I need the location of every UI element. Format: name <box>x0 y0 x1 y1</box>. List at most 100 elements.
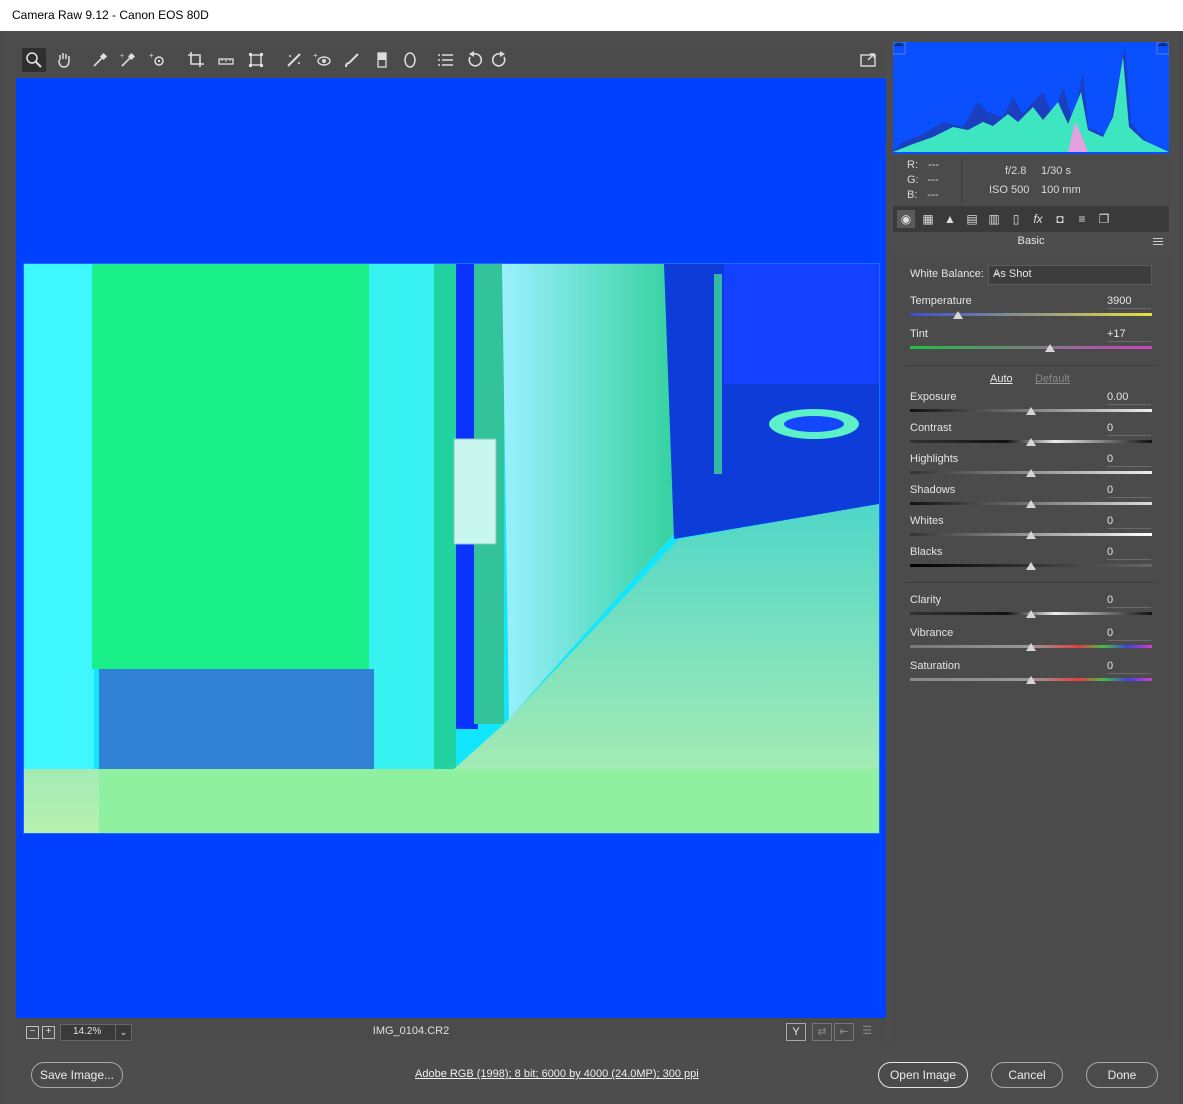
tint-label: Tint <box>910 328 928 340</box>
split-toning-icon[interactable]: ▥ <box>985 210 1003 228</box>
presets-panel-icon[interactable]: ≡ <box>1073 210 1091 228</box>
toolbar: + + + <box>16 44 886 76</box>
vibrance-slider-thumb[interactable] <box>1026 643 1036 651</box>
blacks-value[interactable]: 0 <box>1107 546 1151 560</box>
iso: ISO 500 <box>989 184 1030 196</box>
window-titlebar: Camera Raw 9.12 - Canon EOS 80D <box>0 0 1183 31</box>
temperature-slider-thumb[interactable] <box>953 311 964 319</box>
saturation-label: Saturation <box>910 660 961 672</box>
exposure-label: Exposure <box>910 391 957 403</box>
tint-slider[interactable] <box>910 346 1152 349</box>
camera-calibration-icon[interactable]: ◘ <box>1051 210 1069 228</box>
shadows-slider-thumb[interactable] <box>1026 500 1036 508</box>
color-sampler-icon[interactable]: + <box>116 48 140 72</box>
tint-value[interactable]: +17 <box>1107 328 1151 342</box>
clarity-slider-thumb[interactable] <box>1026 610 1036 618</box>
default-link[interactable]: Default <box>1035 373 1070 385</box>
blacks-slider-thumb[interactable] <box>1026 562 1036 570</box>
straighten-icon[interactable] <box>214 48 238 72</box>
clarity-label: Clarity <box>910 594 942 606</box>
basic-panel-icon[interactable]: ◉ <box>897 210 915 228</box>
presets-icon[interactable] <box>434 48 458 72</box>
highlights-value[interactable]: 0 <box>1107 453 1151 467</box>
b-label: B: <box>907 189 918 201</box>
crop-icon[interactable] <box>184 48 208 72</box>
r-value: --- <box>928 159 939 171</box>
rotate-left-icon[interactable] <box>462 48 486 72</box>
whites-slider-thumb[interactable] <box>1026 531 1036 539</box>
divider <box>905 365 1157 366</box>
lens-corrections-icon[interactable]: ▯ <box>1007 210 1025 228</box>
saturation-slider-thumb[interactable] <box>1026 676 1036 684</box>
transform-icon[interactable] <box>244 48 268 72</box>
zoom-icon[interactable] <box>22 48 46 72</box>
divider <box>905 582 1157 583</box>
saturation-value[interactable]: 0 <box>1107 660 1151 674</box>
toggle-settings-icon[interactable]: ☰ <box>858 1023 876 1039</box>
white-balance-icon[interactable] <box>88 48 112 72</box>
done-button[interactable]: Done <box>1086 1062 1158 1088</box>
shutter-speed: 1/30 s <box>1041 165 1071 177</box>
g-value: --- <box>927 174 939 186</box>
b-value: --- <box>927 189 939 201</box>
g-label: G: <box>907 174 919 186</box>
aperture: f/2.8 <box>1005 165 1027 177</box>
targeted-adjustment-icon[interactable]: + <box>146 48 170 72</box>
detail-icon[interactable]: ▲ <box>941 210 959 228</box>
before-after-view-button[interactable]: Y <box>786 1023 806 1041</box>
copy-settings-icon[interactable]: ⇤ <box>834 1023 854 1041</box>
hsl-icon[interactable]: ▤ <box>963 210 981 228</box>
histogram <box>893 42 1169 154</box>
vibrance-value[interactable]: 0 <box>1107 627 1151 641</box>
cancel-button[interactable]: Cancel <box>991 1062 1063 1088</box>
temperature-value[interactable]: 3900 <box>1107 295 1151 309</box>
contrast-value[interactable]: 0 <box>1107 422 1151 436</box>
image-info: R: --- G: --- B: --- f/2.8 1/30 s ISO 500 1… <box>893 155 1169 205</box>
panel-title-text: Basic <box>1017 235 1045 247</box>
panel-menu-icon[interactable] <box>1153 236 1163 247</box>
file-name: IMG_0104.CR2 <box>372 1025 450 1037</box>
effects-icon[interactable]: fx <box>1029 210 1047 228</box>
exposure-value[interactable]: 0.00 <box>1107 391 1151 405</box>
highlights-slider-thumb[interactable] <box>1026 469 1036 477</box>
snapshots-icon[interactable]: ❐ <box>1095 210 1113 228</box>
shadows-value[interactable]: 0 <box>1107 484 1151 498</box>
auto-link[interactable]: Auto <box>990 373 1013 385</box>
open-image-button[interactable]: Open Image <box>878 1062 968 1088</box>
whites-label: Whites <box>910 515 944 527</box>
svg-text:+: + <box>149 51 154 60</box>
svg-text:+: + <box>120 53 124 60</box>
radial-filter-icon[interactable] <box>398 48 422 72</box>
focal-length: 100 mm <box>1041 184 1081 196</box>
red-eye-icon[interactable]: + <box>310 48 334 72</box>
chevron-down-icon: ⌄ <box>993 267 1002 278</box>
svg-text:+: + <box>313 51 318 60</box>
contrast-slider-thumb[interactable] <box>1026 438 1036 446</box>
white-balance-select[interactable]: As Shot ⌄ <box>988 265 1152 285</box>
tone-curve-icon[interactable]: ▦ <box>919 210 937 228</box>
exposure-slider-thumb[interactable] <box>1026 407 1036 415</box>
workflow-options-link[interactable]: Adobe RGB (1998); 8 bit; 6000 by 4000 (2… <box>415 1068 699 1080</box>
image-preview[interactable] <box>23 263 880 834</box>
save-image-button[interactable]: Save Image... <box>31 1062 123 1088</box>
canvas-status-bar: − + 14.2% ⌄ IMG_0104.CR2 Y ⇄ ⇤ ☰ <box>16 1018 886 1044</box>
panel-tabs: ◉ ▦ ▲ ▤ ▥ ▯ fx ◘ ≡ ❐ <box>893 206 1169 232</box>
contrast-label: Contrast <box>910 422 952 434</box>
tint-slider-thumb[interactable] <box>1045 344 1056 352</box>
whites-value[interactable]: 0 <box>1107 515 1151 529</box>
white-balance-label: White Balance: <box>910 268 984 280</box>
hand-icon[interactable] <box>52 48 76 72</box>
r-label: R: <box>907 159 918 171</box>
window-title: Camera Raw 9.12 - Canon EOS 80D <box>12 8 209 22</box>
fullscreen-icon[interactable] <box>856 48 880 72</box>
clarity-value[interactable]: 0 <box>1107 594 1151 608</box>
swap-before-after-icon[interactable]: ⇄ <box>812 1023 832 1041</box>
highlights-label: Highlights <box>910 453 959 465</box>
rotate-right-icon[interactable] <box>488 48 512 72</box>
temperature-label: Temperature <box>910 295 972 307</box>
spot-removal-icon[interactable] <box>282 48 306 72</box>
graduated-filter-icon[interactable] <box>370 48 394 72</box>
adjustment-brush-icon[interactable] <box>340 48 364 72</box>
temperature-slider[interactable] <box>910 313 1152 316</box>
vibrance-label: Vibrance <box>910 627 954 639</box>
